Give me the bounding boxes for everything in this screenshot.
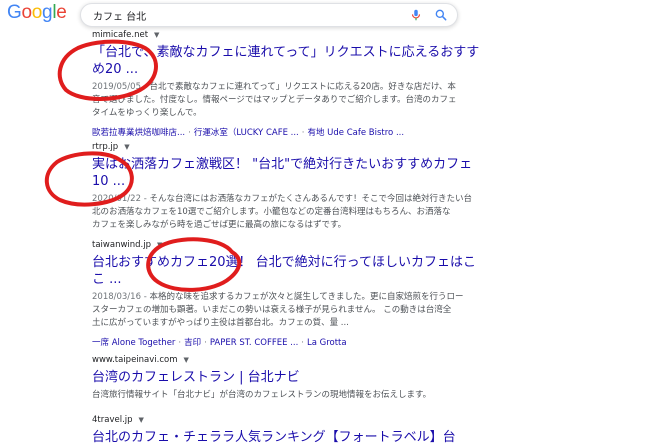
sitelink[interactable]: La Grotta xyxy=(307,338,347,348)
result-title[interactable]: 「台北で、素敵なカフェに連れてって」リクエストに応えるおすす め20 ... xyxy=(92,44,652,78)
result-title-line[interactable]: 台北のカフェ・チェララ人気ランキング【フォートラベル】台 xyxy=(92,429,652,446)
sitelinks: 一席 Alone Together · 吉印 · PAPER ST. COFFEE ..… xyxy=(92,338,347,348)
logo-letter: o xyxy=(21,2,32,23)
google-logo[interactable]: Google xyxy=(7,2,67,24)
caret-down-icon[interactable]: ▼ xyxy=(124,143,129,151)
search-result: rtrp.jp ▼ 実はお洒落カフェ激戦区！ "台北"で絶対行きたいおすすめカフ… xyxy=(92,141,652,232)
snippet-line: 台湾旅行情報サイト「台北ナビ」が台湾のカフェレストランの現地情報をお伝えします。 xyxy=(92,390,432,400)
snippet-line: 北のお洒落なカフェを10選でご紹介します。小籠包などの定番台湾料理はもちろん、お… xyxy=(92,207,451,217)
search-icon[interactable] xyxy=(434,8,448,22)
caret-down-icon[interactable]: ▼ xyxy=(139,416,144,424)
result-date: 2019/05/05 - xyxy=(92,82,147,92)
snippet-line: カフェを楽しみながら時を過ごせば更に最高の旅になるはずです。 xyxy=(92,220,347,230)
sitelink[interactable]: PAPER ST. COFFEE ... xyxy=(210,338,298,348)
result-url[interactable]: www.taipeinavi.com xyxy=(92,355,178,365)
result-site[interactable]: mimicafe.net ▼ xyxy=(92,29,652,41)
caret-down-icon[interactable]: ▼ xyxy=(184,356,189,364)
result-snippet: 2019/05/05 - 台北で素敵なカフェに連れてって」リクエストに応える20… xyxy=(92,81,652,120)
result-url[interactable]: 4travel.jp xyxy=(92,415,133,425)
search-result: www.taipeinavi.com ▼ 台湾のカフェレストラン | 台北ナビ … xyxy=(92,354,652,402)
logo-letter: e xyxy=(56,2,67,23)
result-title-line[interactable]: 10 ... xyxy=(92,173,652,190)
result-date: 2020/01/22 - xyxy=(92,194,147,204)
snippet-line: 音で選びました。忖度なし。情報ページではマップとデータありでご紹介します。台湾の… xyxy=(92,95,457,105)
search-box[interactable]: カフェ 台北 xyxy=(80,3,458,27)
result-title[interactable]: 台北おすすめカフェ20選！ 台北で絶対に行ってほしいカフェはこ こ ... xyxy=(92,254,652,288)
result-title-line[interactable]: 台北おすすめカフェ20選！ 台北で絶対に行ってほしいカフェはこ xyxy=(92,254,652,271)
result-title-line[interactable]: こ ... xyxy=(92,271,652,288)
result-url[interactable]: taiwanwind.jp xyxy=(92,240,151,250)
result-title[interactable]: 台湾のカフェレストラン | 台北ナビ xyxy=(92,369,652,386)
snippet-line: そんな台湾にはお洒落なカフェがたくさんあるんです！そこで今回は絶対行きたい台 xyxy=(149,194,473,204)
result-title[interactable]: 実はお洒落カフェ激戦区！ "台北"で絶対行きたいおすすめカフェ 10 ... xyxy=(92,156,652,190)
snippet-line: 本格的な味を追求するカフェが次々と誕生してきました。更に自家焙煎を行うロー xyxy=(149,292,464,302)
result-site[interactable]: rtrp.jp ▼ xyxy=(92,141,652,153)
result-date: 2018/03/16 - xyxy=(92,292,147,302)
search-header: Google カフェ 台北 xyxy=(0,0,656,30)
result-title-line[interactable]: 「台北で、素敵なカフェに連れてって」リクエストに応えるおすす xyxy=(92,44,652,61)
result-site[interactable]: taiwanwind.jp ▼ xyxy=(92,239,652,251)
search-result: taiwanwind.jp ▼ 台北おすすめカフェ20選！ 台北で絶対に行ってほ… xyxy=(92,239,652,348)
sitelink[interactable]: 歐若拉專業烘焙咖啡店... xyxy=(92,128,185,138)
search-result: mimicafe.net ▼ 「台北で、素敵なカフェに連れてって」リクエストに応… xyxy=(92,29,652,138)
sitelink[interactable]: 有地 Ude Cafe Bistro ... xyxy=(307,128,404,138)
search-input[interactable]: カフェ 台北 xyxy=(93,8,146,23)
sitelink[interactable]: 一席 Alone Together xyxy=(92,338,175,348)
result-title-line[interactable]: 実はお洒落カフェ激戦区！ "台北"で絶対行きたいおすすめカフェ xyxy=(92,156,652,173)
result-url[interactable]: mimicafe.net xyxy=(92,30,148,40)
result-url[interactable]: rtrp.jp xyxy=(92,142,118,152)
search-result: 4travel.jp ▼ 台北のカフェ・チェララ人気ランキング【フォートラベル】… xyxy=(92,414,652,446)
result-site[interactable]: www.taipeinavi.com ▼ xyxy=(92,354,652,366)
result-snippet: 2018/03/16 - 本格的な味を追求するカフェが次々と誕生してきました。更… xyxy=(92,291,652,330)
snippet-line: スターカフェの増加も顕著。いまだこの勢いは衰える様子が見られません。 この動きは… xyxy=(92,305,452,315)
result-title[interactable]: 台北のカフェ・チェララ人気ランキング【フォートラベル】台 xyxy=(92,429,652,446)
result-title-line[interactable]: め20 ... xyxy=(92,61,652,78)
result-snippet: 2020/01/22 - そんな台湾にはお洒落なカフェがたくさんあるんです！そこ… xyxy=(92,193,652,232)
logo-letter: o xyxy=(31,2,43,23)
microphone-icon[interactable] xyxy=(409,8,423,22)
caret-down-icon[interactable]: ▼ xyxy=(154,31,159,39)
sitelinks: 歐若拉專業烘焙咖啡店... · 行運冰室（LUCKY CAFE ... · 有地 Ude… xyxy=(92,128,405,138)
logo-letter: G xyxy=(7,2,22,23)
logo-letter: g xyxy=(42,2,53,23)
snippet-line: 台北で素敵なカフェに連れてって」リクエストに応える20店。好きな店だけ、本 xyxy=(149,82,456,92)
result-site[interactable]: 4travel.jp ▼ xyxy=(92,414,652,426)
caret-down-icon[interactable]: ▼ xyxy=(157,241,162,249)
snippet-line: 土に広がっていますがやっぱり主役は首都台北。カフェの質、量 ... xyxy=(92,318,349,328)
result-title-line[interactable]: 台湾のカフェレストラン | 台北ナビ xyxy=(92,369,652,386)
sitelink[interactable]: 吉印 xyxy=(184,338,201,348)
snippet-line: タイムをゆっくり楽しんで。 xyxy=(92,108,202,118)
result-snippet: 台湾旅行情報サイト「台北ナビ」が台湾のカフェレストランの現地情報をお伝えします。 xyxy=(92,389,652,402)
sitelink[interactable]: 行運冰室（LUCKY CAFE ... xyxy=(194,128,299,138)
